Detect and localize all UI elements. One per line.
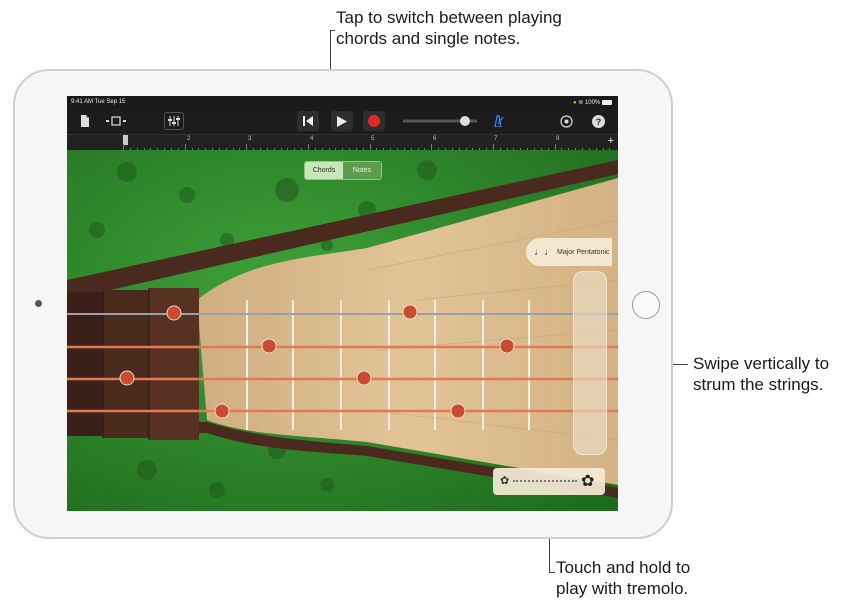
battery-icon xyxy=(602,99,612,105)
ruler-mark: 6 xyxy=(433,136,437,142)
settings-button[interactable] xyxy=(558,113,574,129)
orange-dot-icon: ● xyxy=(572,100,577,106)
callout-strum: Swipe vertically to strum the strings. xyxy=(693,354,830,394)
app-screen: 9:41 AM Tue Sep 15 ● ≋ 100% ? 1 2 3 4 5 … xyxy=(67,96,618,511)
play-icon xyxy=(337,115,347,127)
tremolo-dots xyxy=(513,480,577,482)
ruler-mark: 8 xyxy=(556,136,560,142)
record-icon xyxy=(368,115,380,127)
status-battery: ● ≋ 100% xyxy=(573,99,612,106)
callout-tremolo: Touch and hold to play with tremolo. xyxy=(556,558,691,598)
help-icon: ? xyxy=(591,114,605,128)
my-songs-button[interactable] xyxy=(78,113,92,129)
guzheng-body xyxy=(67,150,618,511)
play-button[interactable] xyxy=(331,111,353,131)
scale-label: Major Pentatonic xyxy=(557,248,610,256)
browser-button[interactable] xyxy=(104,113,128,129)
strum-strip[interactable] xyxy=(573,271,607,455)
add-section-button[interactable]: + xyxy=(608,135,614,147)
help-button[interactable]: ? xyxy=(590,113,606,129)
callout-line-top-cap xyxy=(330,30,335,31)
sliders-icon xyxy=(168,116,180,126)
document-icon xyxy=(81,115,89,127)
chords-button[interactable]: Chords xyxy=(305,162,343,179)
tremolo-slow-icon: ✿ xyxy=(500,475,510,487)
go-to-beginning-button[interactable] xyxy=(297,111,319,131)
notes-button[interactable]: Notes xyxy=(343,162,381,179)
home-button[interactable] xyxy=(632,291,660,319)
skip-back-icon xyxy=(303,116,313,126)
status-bar: 9:41 AM Tue Sep 15 ● ≋ 100% xyxy=(67,96,618,108)
record-button[interactable] xyxy=(363,111,385,131)
tremolo-control[interactable]: ✿ ✿ xyxy=(493,468,605,495)
mixer-button[interactable] xyxy=(164,112,184,130)
ruler-mark: 5 xyxy=(371,136,375,142)
volume-track-icon xyxy=(403,116,477,126)
ruler-mark: 7 xyxy=(494,136,498,142)
callout-chords-notes: Tap to switch between playing chords and… xyxy=(336,8,562,48)
camera xyxy=(35,300,42,307)
tremolo-fast-icon: ✿ xyxy=(581,473,595,490)
music-notes-icon: ♩♩ xyxy=(534,246,554,258)
volume-slider[interactable] xyxy=(403,116,477,126)
ruler-mark: 4 xyxy=(310,136,314,142)
status-time: 9:41 AM Tue Sep 15 xyxy=(71,99,126,105)
scale-button[interactable]: ♩♩ Major Pentatonic xyxy=(526,238,612,266)
ruler-mark: 2 xyxy=(187,136,191,142)
toolbar: ? xyxy=(67,108,618,134)
metronome-icon xyxy=(494,115,504,127)
chords-notes-toggle[interactable]: Chords Notes xyxy=(304,161,382,180)
wifi-icon: ≋ xyxy=(578,100,584,106)
callout-line-bottom-cap xyxy=(549,572,555,573)
settings-gear-icon xyxy=(559,114,573,128)
metronome-button[interactable] xyxy=(491,113,505,129)
ruler-mark: 1 xyxy=(125,136,129,142)
browser-view-icon xyxy=(106,116,126,126)
svg-text:?: ? xyxy=(595,117,601,127)
guzheng-instrument[interactable]: Chords Notes ♩♩ Major Pentatonic ✿ ✿ xyxy=(67,150,618,511)
ruler-mark: 3 xyxy=(248,136,252,142)
